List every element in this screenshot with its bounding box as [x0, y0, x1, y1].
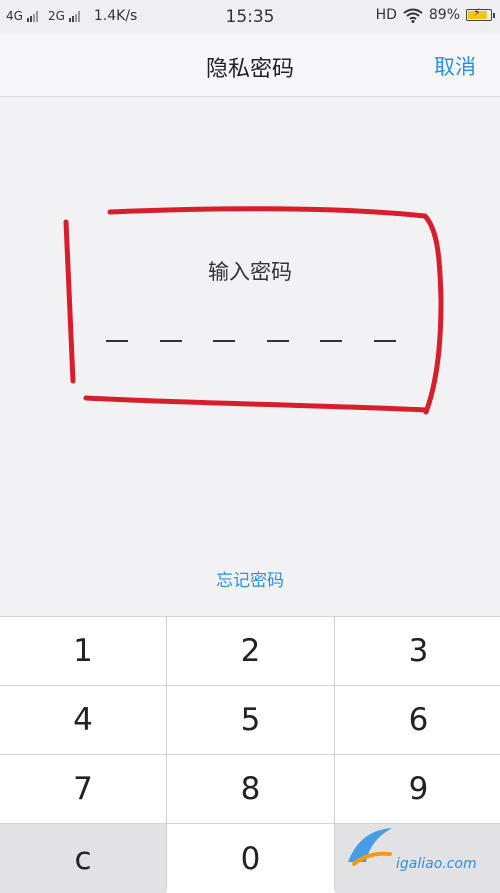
key-0[interactable]: 0 — [167, 824, 334, 893]
key-1[interactable]: 1 — [0, 617, 166, 685]
key-6[interactable]: 6 — [335, 686, 500, 754]
key-3[interactable]: 3 — [335, 617, 500, 685]
password-slot — [106, 340, 128, 342]
forgot-password-link[interactable]: 忘记密码 — [0, 566, 500, 591]
key-8[interactable]: 8 — [167, 755, 334, 823]
battery-icon: ⚡ — [466, 7, 495, 21]
password-slot — [266, 340, 289, 342]
password-slot — [159, 340, 182, 342]
page-title: 隐私密码 — [205, 57, 294, 82]
key-2[interactable]: 2 — [167, 617, 334, 685]
key-clear[interactable]: c — [0, 824, 166, 893]
key-7[interactable]: 7 — [0, 755, 166, 823]
cancel-button[interactable]: 取消 — [434, 51, 476, 81]
key-4[interactable]: 4 — [0, 686, 166, 754]
watermark-logo-icon — [348, 828, 392, 866]
site-watermark: igaliao.com — [340, 818, 500, 889]
hd-label: HD — [375, 7, 397, 23]
password-slot — [320, 340, 343, 342]
password-slots[interactable] — [106, 340, 396, 342]
password-slot — [373, 340, 396, 342]
wifi-icon — [403, 8, 423, 23]
password-prompt: 输入密码 — [208, 260, 292, 284]
key-9[interactable]: 9 — [335, 755, 500, 823]
password-slot — [213, 340, 236, 342]
nav-bar: 隐私密码 取消 — [0, 34, 500, 97]
key-5[interactable]: 5 — [167, 686, 334, 754]
status-bar: 4G 2G 1.4K/s 15:35 HD 89% ⚡ — [0, 0, 500, 34]
watermark-text: igaliao.com — [396, 856, 477, 872]
status-right: HD 89% ⚡ — [375, 7, 495, 23]
battery-percent: 89% — [428, 7, 460, 23]
